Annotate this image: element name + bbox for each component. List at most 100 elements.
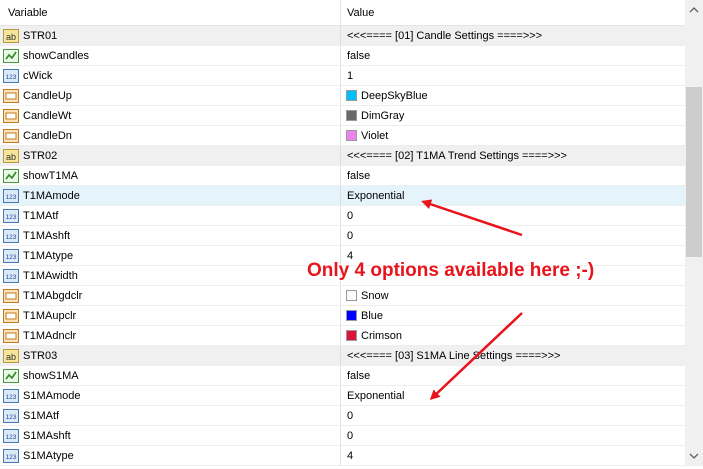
variable-cell[interactable]: showT1MA [0, 166, 341, 186]
column-header-variable[interactable]: Variable [0, 0, 341, 25]
svg-text:123: 123 [6, 454, 17, 461]
variable-cell[interactable]: CandleWt [0, 106, 341, 126]
vertical-scrollbar[interactable] [685, 0, 703, 466]
string-icon: ab [3, 148, 19, 164]
value-cell[interactable]: <<<==== [02] T1MA Trend Settings ====>>> [342, 146, 685, 166]
table-row[interactable]: ab STR01 <<<==== [01] Candle Settings ====… [0, 26, 685, 46]
table-row[interactable]: 123 S1MAshft 0 [0, 426, 685, 446]
number-icon: 123 [3, 428, 19, 444]
svg-text:123: 123 [6, 194, 17, 201]
value-cell[interactable]: Crimson [342, 326, 685, 346]
value-cell[interactable]: 4 [342, 446, 685, 466]
column-header-value[interactable]: Value [342, 0, 685, 25]
variable-cell[interactable]: 123 S1MAtype [0, 446, 341, 466]
value-cell[interactable]: Blue [342, 306, 685, 326]
table-row[interactable]: 123 T1MAtype 4 [0, 246, 685, 266]
table-row[interactable]: T1MAdnclr Crimson [0, 326, 685, 346]
color-icon [3, 128, 19, 144]
value-text: Blue [361, 310, 384, 322]
value-text: false [347, 370, 371, 382]
variable-name: T1MAupclr [23, 310, 77, 322]
value-cell[interactable]: 0 [342, 226, 685, 246]
variable-cell[interactable]: 123 cWick [0, 66, 341, 86]
variable-cell[interactable]: 123 T1MAwidth [0, 266, 341, 286]
variable-cell[interactable]: 123 T1MAtype [0, 246, 341, 266]
table-row[interactable]: CandleUp DeepSkyBlue [0, 86, 685, 106]
value-cell[interactable]: DimGray [342, 106, 685, 126]
value-cell[interactable]: false [342, 46, 685, 66]
variable-cell[interactable]: showS1MA [0, 366, 341, 386]
variable-cell[interactable]: 123 T1MAmode [0, 186, 341, 206]
variable-cell[interactable]: T1MAbgdclr [0, 286, 341, 306]
variable-name: T1MAwidth [23, 270, 78, 282]
value-cell[interactable]: Snow [342, 286, 685, 306]
scroll-down-button[interactable] [685, 446, 703, 466]
scroll-thumb[interactable] [686, 87, 702, 257]
variable-cell[interactable]: 123 S1MAmode [0, 386, 341, 406]
value-text: false [347, 170, 371, 182]
table-row[interactable]: 123 S1MAtype 4 [0, 446, 685, 466]
variable-cell[interactable]: ab STR01 [0, 26, 341, 46]
variable-name: T1MAtype [23, 250, 74, 262]
value-cell[interactable]: 0 [342, 406, 685, 426]
table-row[interactable]: ab STR02 <<<==== [02] T1MA Trend Settings … [0, 146, 685, 166]
value-cell[interactable]: Violet [342, 126, 685, 146]
variable-name: T1MAtf [23, 210, 59, 222]
table-row[interactable]: CandleWt DimGray [0, 106, 685, 126]
variable-cell[interactable]: ab STR03 [0, 346, 341, 366]
variable-name: T1MAdnclr [23, 330, 77, 342]
table-row[interactable]: T1MAupclr Blue [0, 306, 685, 326]
variable-cell[interactable]: T1MAdnclr [0, 326, 341, 346]
value-cell[interactable]: DeepSkyBlue [342, 86, 685, 106]
bool-icon [3, 48, 19, 64]
table-row[interactable]: 123 cWick 1 [0, 66, 685, 86]
variable-cell[interactable]: 123 T1MAshft [0, 226, 341, 246]
variable-name: showCandles [23, 50, 90, 62]
color-swatch [346, 90, 357, 101]
variable-cell[interactable]: T1MAupclr [0, 306, 341, 326]
table-row[interactable]: showS1MA false [0, 366, 685, 386]
value-cell[interactable]: <<<==== [03] S1MA Line Settings ====>>> [342, 346, 685, 366]
value-cell[interactable]: 0 [342, 206, 685, 226]
table-row[interactable]: 123 T1MAmode Exponential [0, 186, 685, 206]
variable-cell[interactable]: 123 S1MAtf [0, 406, 341, 426]
table-row[interactable]: ab STR03 <<<==== [03] S1MA Line Settings =… [0, 346, 685, 366]
table-row[interactable]: T1MAbgdclr Snow [0, 286, 685, 306]
color-swatch [346, 130, 357, 141]
table-row[interactable]: showCandles false [0, 46, 685, 66]
value-cell[interactable]: 4 [342, 246, 685, 266]
variable-cell[interactable]: 123 S1MAshft [0, 426, 341, 446]
value-cell[interactable]: false [342, 366, 685, 386]
value-cell[interactable]: <<<==== [01] Candle Settings ====>>> [342, 26, 685, 46]
variable-name: showS1MA [23, 370, 79, 382]
value-cell[interactable]: 1 [342, 66, 685, 86]
scroll-up-button[interactable] [685, 0, 703, 20]
color-swatch [346, 290, 357, 301]
number-icon: 123 [3, 68, 19, 84]
number-icon: 123 [3, 408, 19, 424]
value-cell[interactable]: Exponential [342, 386, 685, 406]
variable-name: CandleUp [23, 90, 72, 102]
value-text: Snow [361, 290, 389, 302]
variable-cell[interactable]: CandleDn [0, 126, 341, 146]
variable-cell[interactable]: 123 T1MAtf [0, 206, 341, 226]
variable-name: S1MAmode [23, 390, 81, 402]
table-row[interactable]: 123 T1MAshft 0 [0, 226, 685, 246]
variable-cell[interactable]: CandleUp [0, 86, 341, 106]
value-cell[interactable]: 0 [342, 426, 685, 446]
svg-text:123: 123 [6, 434, 17, 441]
table-row[interactable]: showT1MA false [0, 166, 685, 186]
color-icon [3, 288, 19, 304]
table-row[interactable]: 123 T1MAtf 0 [0, 206, 685, 226]
string-icon: ab [3, 348, 19, 364]
table-row[interactable]: 123 T1MAwidth [0, 266, 685, 286]
value-cell[interactable]: Exponential [342, 186, 685, 206]
value-cell[interactable] [342, 266, 685, 286]
table-row[interactable]: 123 S1MAmode Exponential [0, 386, 685, 406]
variable-cell[interactable]: ab STR02 [0, 146, 341, 166]
table-row[interactable]: CandleDn Violet [0, 126, 685, 146]
variable-cell[interactable]: showCandles [0, 46, 341, 66]
value-cell[interactable]: false [342, 166, 685, 186]
table-row[interactable]: 123 S1MAtf 0 [0, 406, 685, 426]
variable-name: CandleDn [23, 130, 72, 142]
